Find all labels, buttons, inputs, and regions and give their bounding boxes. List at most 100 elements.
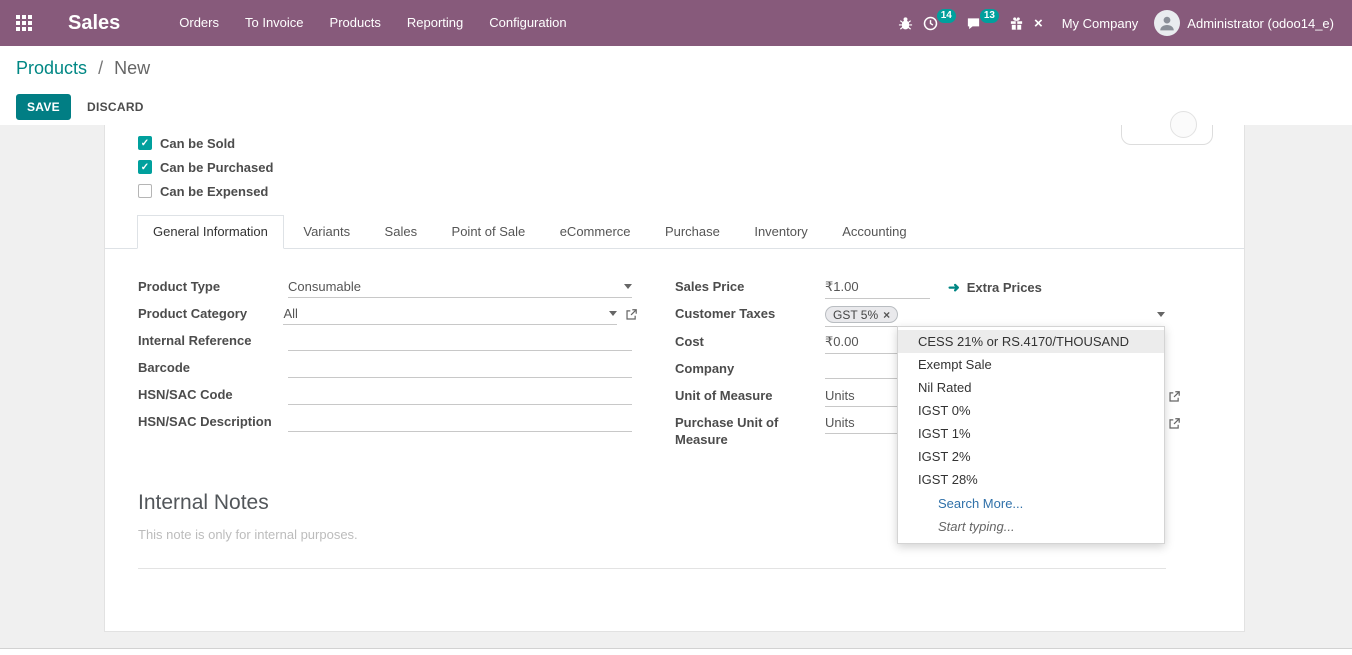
main-menu: Orders To Invoice Products Reporting Con… (166, 0, 579, 46)
field-product-type: Product Type Consumable (138, 275, 638, 302)
form-action-buttons: SAVE DISCARD (16, 94, 144, 120)
chevron-down-icon[interactable] (1157, 312, 1165, 317)
product-category-value: All (283, 306, 297, 321)
activities-count-badge: 14 (937, 9, 956, 23)
search-more-link[interactable]: Search More... (898, 491, 1164, 515)
user-avatar (1154, 10, 1180, 36)
menu-configuration[interactable]: Configuration (476, 0, 579, 46)
field-barcode: Barcode (138, 356, 638, 383)
remove-tag-icon[interactable]: × (883, 308, 890, 322)
checkbox-can-be-expensed[interactable]: Can be Expensed (138, 179, 273, 203)
field-internal-reference: Internal Reference (138, 329, 638, 356)
dropdown-option[interactable]: IGST 28% (898, 468, 1164, 491)
messages-chat-icon[interactable]: 13 (961, 12, 1004, 35)
breadcrumb-current: New (114, 58, 150, 78)
top-navbar: Sales Orders To Invoice Products Reporti… (0, 0, 1352, 46)
field-label: Purchase Unit of Measure (675, 411, 825, 449)
activities-clock-icon[interactable]: 14 (918, 12, 961, 35)
hsn-sac-description-input[interactable] (288, 410, 632, 432)
menu-to-invoice[interactable]: To Invoice (232, 0, 317, 46)
hsn-sac-code-input[interactable] (288, 383, 632, 405)
checkbox-label: Can be Purchased (160, 160, 273, 175)
messages-count-badge: 13 (980, 9, 999, 23)
notes-divider (138, 568, 1166, 569)
dropdown-option[interactable]: Nil Rated (898, 376, 1164, 399)
tab-sales[interactable]: Sales (370, 216, 433, 248)
internal-notes-title: Internal Notes (138, 491, 269, 515)
checkbox-label: Can be Sold (160, 136, 235, 151)
debug-bug-icon[interactable] (893, 12, 918, 35)
customer-taxes-input[interactable]: GST 5% × (825, 302, 1165, 327)
arrow-right-icon: ➜ (948, 279, 960, 296)
field-label: Internal Reference (138, 329, 288, 350)
field-product-category: Product Category All (138, 302, 638, 329)
control-panel: Products / New SAVE DISCARD (0, 46, 1352, 125)
external-link-icon[interactable] (1168, 390, 1181, 408)
product-category-select[interactable]: All (283, 302, 617, 325)
extra-prices-button[interactable]: ➜ Extra Prices (948, 275, 1042, 296)
menu-reporting[interactable]: Reporting (394, 0, 476, 46)
product-flags: ✓ Can be Sold ✓ Can be Purchased Can be … (138, 131, 273, 203)
tab-purchase[interactable]: Purchase (650, 216, 735, 248)
checkbox-can-be-sold[interactable]: ✓ Can be Sold (138, 131, 273, 155)
apps-menu-button[interactable] (0, 0, 48, 46)
tab-accounting[interactable]: Accounting (827, 216, 921, 248)
breadcrumb-products-link[interactable]: Products (16, 58, 87, 78)
dropdown-option[interactable]: IGST 1% (898, 422, 1164, 445)
field-label: Product Category (138, 302, 283, 323)
dropdown-option[interactable]: IGST 2% (898, 445, 1164, 468)
dropdown-option[interactable]: Exempt Sale (898, 353, 1164, 376)
extra-prices-label: Extra Prices (967, 280, 1042, 295)
checkbox-icon[interactable] (138, 184, 152, 198)
tab-point-of-sale[interactable]: Point of Sale (437, 216, 541, 248)
field-label: Customer Taxes (675, 302, 825, 323)
window-footer-strip (0, 648, 1352, 655)
internal-reference-input[interactable] (288, 329, 632, 351)
notebook-tabs: General Information Variants Sales Point… (105, 215, 1244, 249)
external-link-icon[interactable] (1168, 417, 1181, 435)
field-sales-price: Sales Price ₹1.00 ➜ Extra Prices (675, 275, 1215, 302)
tax-tag-gst5: GST 5% × (825, 306, 898, 323)
sales-price-input[interactable]: ₹1.00 (825, 275, 930, 299)
uom-value: Units (825, 388, 855, 403)
tab-general-information[interactable]: General Information (137, 215, 284, 249)
dropdown-option[interactable]: IGST 0% (898, 399, 1164, 422)
checkbox-icon[interactable]: ✓ (138, 160, 152, 174)
tab-ecommerce[interactable]: eCommerce (545, 216, 646, 248)
user-menu[interactable]: Administrator (odoo14_e) (1154, 10, 1344, 36)
breadcrumb: Products / New (16, 58, 150, 79)
close-session-icon[interactable]: × (1029, 11, 1048, 36)
tax-tag-label: GST 5% (833, 308, 878, 322)
gift-icon[interactable] (1004, 12, 1029, 35)
checkbox-label: Can be Expensed (160, 184, 268, 199)
odoo-product-form-screen: Sales Orders To Invoice Products Reporti… (0, 0, 1352, 655)
user-name: Administrator (odoo14_e) (1187, 16, 1334, 31)
company-switcher[interactable]: My Company (1062, 16, 1139, 31)
app-title[interactable]: Sales (68, 12, 120, 35)
external-link-icon[interactable] (625, 308, 638, 326)
field-label: Barcode (138, 356, 288, 377)
purchase-uom-value: Units (825, 415, 855, 430)
checkbox-can-be-purchased[interactable]: ✓ Can be Purchased (138, 155, 273, 179)
barcode-input[interactable] (288, 356, 632, 378)
internal-notes-placeholder[interactable]: This note is only for internal purposes. (138, 527, 358, 542)
field-label: Cost (675, 330, 825, 351)
apps-grid-icon (16, 15, 32, 31)
menu-orders[interactable]: Orders (166, 0, 232, 46)
chevron-down-icon (609, 311, 617, 316)
field-label: HSN/SAC Code (138, 383, 288, 404)
systray: 14 13 × My Company Administrator (odoo14… (893, 10, 1352, 36)
tab-variants[interactable]: Variants (288, 216, 365, 248)
menu-products[interactable]: Products (317, 0, 394, 46)
discard-button[interactable]: DISCARD (87, 100, 144, 114)
image-edit-circle (1170, 111, 1197, 138)
field-hsn-sac-description: HSN/SAC Description (138, 410, 638, 437)
checkbox-icon[interactable]: ✓ (138, 136, 152, 150)
product-image-placeholder[interactable] (1121, 125, 1213, 145)
tab-inventory[interactable]: Inventory (739, 216, 822, 248)
product-type-select[interactable]: Consumable (288, 275, 632, 298)
save-button[interactable]: SAVE (16, 94, 71, 120)
field-label: HSN/SAC Description (138, 410, 288, 431)
field-label: Unit of Measure (675, 384, 825, 405)
dropdown-option[interactable]: CESS 21% or RS.4170/THOUSAND (898, 330, 1164, 353)
